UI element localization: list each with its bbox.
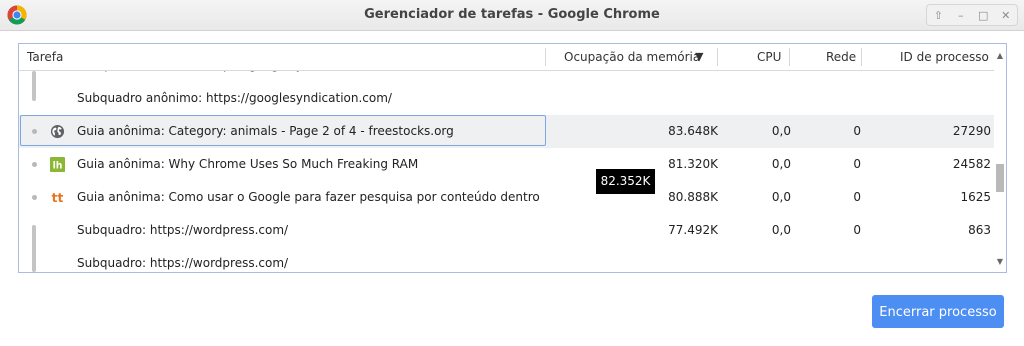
vertical-scrollbar[interactable]: ▲ ▼: [994, 44, 1006, 272]
task-table: Tarefa Ocupação da memória ▼ CPU Rede ID…: [18, 43, 1007, 273]
pid-value: 24582: [952, 157, 991, 171]
task-name: Subquadro anônimo: https://googlesyndica…: [77, 71, 537, 82]
sort-descending-icon: ▼: [695, 50, 704, 63]
scroll-up-arrow-icon[interactable]: ▲: [994, 50, 1006, 62]
cpu-value: 0,0: [771, 190, 791, 204]
column-divider[interactable]: [717, 48, 718, 66]
table-row[interactable]: tt Guia anônima: Como usar o Google para…: [19, 181, 994, 214]
pid-value: 863: [968, 223, 991, 237]
process-bullet: [32, 162, 37, 167]
svg-text:tt: tt: [52, 191, 64, 205]
task-name: Guia anônima: Category: animals - Page 2…: [77, 124, 454, 138]
close-button[interactable]: ✕: [998, 9, 1014, 22]
column-header-task[interactable]: Tarefa: [27, 44, 63, 70]
svg-text:lh: lh: [53, 160, 63, 171]
process-bullet: [32, 195, 37, 200]
task-name: Subquadro anônimo: https://googlesyndica…: [77, 91, 392, 105]
column-divider[interactable]: [545, 48, 546, 66]
column-header-pid[interactable]: ID de processo: [900, 44, 989, 70]
cpu-value: 0,0: [771, 223, 791, 237]
process-bullet: [32, 129, 37, 134]
task-name: Guia anônima: Why Chrome Uses So Much Fr…: [77, 157, 419, 171]
memory-tooltip: 82.352K: [596, 169, 655, 194]
maximize-button[interactable]: □: [975, 9, 991, 22]
table-row[interactable]: lh Guia anônima: Why Chrome Uses So Much…: [19, 148, 994, 181]
scroll-down-arrow-icon[interactable]: ▼: [994, 256, 1006, 268]
pid-value: 27290: [952, 124, 991, 138]
network-value: 0: [853, 157, 861, 171]
shade-window-button[interactable]: ⇧: [930, 9, 946, 22]
globe-icon: [50, 124, 65, 139]
table-body: Subquadro anônimo: https://googlesyndica…: [19, 71, 994, 272]
memory-value: 83.648K: [668, 124, 718, 138]
title-bar: Gerenciador de tarefas - Google Chrome ⇧…: [0, 0, 1024, 31]
cpu-value: 0,0: [771, 157, 791, 171]
table-row[interactable]: Subquadro: https://wordpress.com/: [19, 247, 994, 272]
network-value: 0: [853, 223, 861, 237]
tecmundo-icon: tt: [52, 191, 64, 205]
window-title: Gerenciador de tarefas - Google Chrome: [364, 7, 660, 22]
table-row[interactable]: Subquadro anônimo: https://googlesyndica…: [19, 82, 994, 115]
column-divider[interactable]: [789, 48, 790, 66]
task-name: Guia anônima: Como usar o Google para fa…: [77, 190, 542, 204]
end-process-button[interactable]: Encerrar processo: [872, 295, 1004, 328]
column-header-network[interactable]: Rede: [826, 44, 856, 70]
window-controls: ⇧ – □ ✕: [926, 4, 1018, 26]
column-header-memory[interactable]: Ocupação da memória: [564, 44, 700, 70]
cpu-value: 0,0: [771, 124, 791, 138]
column-header-cpu[interactable]: CPU: [757, 44, 781, 70]
lifehacker-icon: lh: [50, 157, 65, 172]
table-header: Tarefa Ocupação da memória ▼ CPU Rede ID…: [19, 44, 1006, 71]
network-value: 0: [853, 190, 861, 204]
minimize-button[interactable]: –: [953, 9, 969, 22]
column-divider[interactable]: [861, 48, 862, 66]
table-row[interactable]: Subquadro: https://wordpress.com/ 77.492…: [19, 214, 994, 247]
task-name: Subquadro: https://wordpress.com/: [77, 223, 289, 237]
table-row[interactable]: Subquadro anônimo: https://googlesyndica…: [19, 71, 994, 82]
pid-value: 1625: [960, 190, 991, 204]
scrollbar-thumb[interactable]: [996, 164, 1004, 192]
table-row-selected[interactable]: Guia anônima: Category: animals - Page 2…: [19, 115, 994, 148]
network-value: 0: [853, 124, 861, 138]
task-name: Subquadro: https://wordpress.com/: [77, 256, 289, 270]
memory-value: 77.492K: [668, 223, 718, 237]
